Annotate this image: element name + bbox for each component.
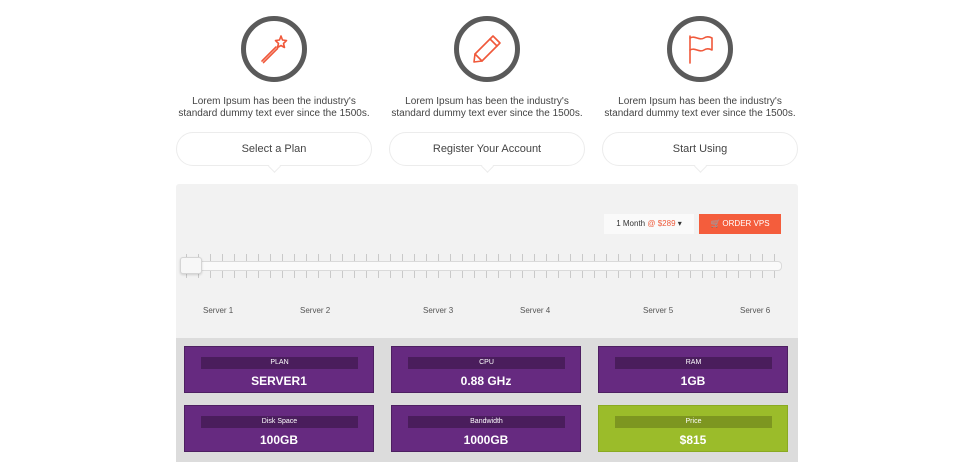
slider-tick [774, 270, 775, 278]
start-using-button[interactable]: Start Using [602, 132, 798, 166]
slider-tick [738, 270, 739, 278]
slider-ticks-bottom [182, 270, 782, 278]
slider-tick [258, 270, 259, 278]
slider-tick [234, 270, 235, 278]
slider-tick [486, 270, 487, 278]
slider-tick [702, 270, 703, 278]
pencil-icon [454, 16, 520, 82]
step-description: Lorem Ipsum has been the industry's stan… [391, 96, 583, 119]
order-vps-label: ORDER VPS [722, 219, 770, 228]
slider-tick [594, 270, 595, 278]
server-label-6[interactable]: Server 6 [740, 306, 770, 315]
cart-icon: 🛒 [710, 219, 721, 228]
slider-tick [582, 270, 583, 278]
bandwidth-label: Bandwidth [408, 416, 565, 428]
price-card: Price $815 [598, 405, 788, 452]
slider-tick [750, 270, 751, 278]
slider-tick [294, 270, 295, 278]
caret-down-icon: ▾ [677, 219, 682, 228]
slider-tick [270, 270, 271, 278]
ram-value: 1GB [680, 374, 706, 388]
slider-tick [366, 270, 367, 278]
step-start-using: Lorem Ipsum has been the industry's stan… [600, 16, 800, 166]
step-description: Lorem Ipsum has been the industry's stan… [604, 96, 796, 119]
slider-tick [522, 270, 523, 278]
slider-tick [762, 270, 763, 278]
billing-price: $289 [657, 219, 676, 228]
slider-tick [534, 270, 535, 278]
slider-tick [510, 270, 511, 278]
slider-tick [726, 270, 727, 278]
price-value: $815 [679, 433, 707, 447]
slider-tick [378, 270, 379, 278]
slider-tick [678, 270, 679, 278]
slider-handle[interactable] [180, 257, 202, 274]
billing-period-dropdown[interactable]: 1 Month @ $289 ▾ [604, 214, 694, 234]
plan-value: SERVER1 [251, 374, 307, 388]
step-description: Lorem Ipsum has been the industry's stan… [178, 96, 370, 119]
spec-grid: PLAN SERVER1 CPU 0.88 GHz RAM 1GB Disk S… [176, 338, 798, 462]
order-vps-button[interactable]: 🛒 ORDER VPS [699, 214, 781, 234]
billing-at: @ [647, 219, 656, 228]
disk-space-label: Disk Space [201, 416, 358, 428]
slider-tick [474, 270, 475, 278]
slider-tick [414, 270, 415, 278]
slider-tick [606, 270, 607, 278]
bandwidth-card: Bandwidth 1000GB [391, 405, 581, 452]
slider-tick [546, 270, 547, 278]
disk-space-card: Disk Space 100GB [184, 405, 374, 452]
slider-tick [426, 270, 427, 278]
slider-tick [354, 270, 355, 278]
cpu-value: 0.88 GHz [460, 374, 512, 388]
slider-tick [402, 270, 403, 278]
slider-tick [390, 270, 391, 278]
plan-label: PLAN [201, 357, 358, 369]
slider-track[interactable] [182, 261, 782, 271]
server-label-1[interactable]: Server 1 [203, 306, 233, 315]
slider-tick [690, 270, 691, 278]
disk-space-value: 100GB [259, 433, 299, 447]
slider-tick [450, 270, 451, 278]
slider-tick [642, 270, 643, 278]
bandwidth-value: 1000GB [463, 433, 509, 447]
slider-tick [666, 270, 667, 278]
ram-card: RAM 1GB [598, 346, 788, 393]
server-label-3[interactable]: Server 3 [423, 306, 453, 315]
price-label: Price [615, 416, 772, 428]
slider-tick [654, 270, 655, 278]
server-slider[interactable] [180, 254, 782, 284]
slider-tick [318, 270, 319, 278]
slider-tick [438, 270, 439, 278]
register-account-button[interactable]: Register Your Account [389, 132, 585, 166]
slider-tick [618, 270, 619, 278]
slider-tick [570, 270, 571, 278]
slider-tick [210, 270, 211, 278]
slider-tick [462, 270, 463, 278]
server-label-5[interactable]: Server 5 [643, 306, 673, 315]
flag-icon [667, 16, 733, 82]
billing-period: 1 Month [616, 219, 646, 228]
slider-tick [222, 270, 223, 278]
slider-tick [714, 270, 715, 278]
slider-tick [630, 270, 631, 278]
slider-tick [558, 270, 559, 278]
step-register-account: Lorem Ipsum has been the industry's stan… [387, 16, 587, 166]
slider-tick [330, 270, 331, 278]
cpu-card: CPU 0.88 GHz [391, 346, 581, 393]
magic-wand-icon [241, 16, 307, 82]
step-select-plan: Lorem Ipsum has been the industry's stan… [174, 16, 374, 166]
slider-tick [306, 270, 307, 278]
slider-tick [498, 270, 499, 278]
select-plan-button[interactable]: Select a Plan [176, 132, 372, 166]
server-label-4[interactable]: Server 4 [520, 306, 550, 315]
slider-tick [246, 270, 247, 278]
slider-tick [282, 270, 283, 278]
plan-card: PLAN SERVER1 [184, 346, 374, 393]
ram-label: RAM [615, 357, 772, 369]
cpu-label: CPU [408, 357, 565, 369]
server-label-2[interactable]: Server 2 [300, 306, 330, 315]
configurator-panel: 1 Month @ $289 ▾ 🛒 ORDER VPS Server 1 Ser… [176, 184, 798, 338]
slider-tick [342, 270, 343, 278]
